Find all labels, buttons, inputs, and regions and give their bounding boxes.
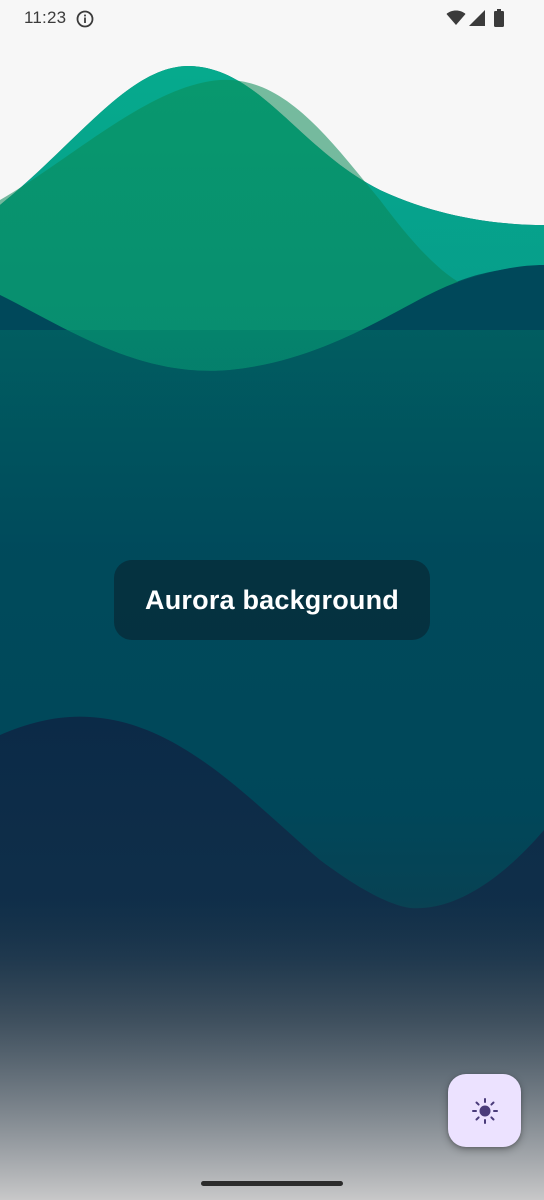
info-icon <box>76 10 94 28</box>
sun-icon <box>471 1097 498 1124</box>
status-bar: 11:23 <box>0 0 544 36</box>
status-time: 11:23 <box>24 8 67 27</box>
screen: 11:23 Aurora background <box>0 0 544 1200</box>
wifi-icon <box>446 10 466 25</box>
theme-toggle-button[interactable] <box>448 1074 521 1147</box>
gesture-nav-handle[interactable] <box>201 1181 343 1186</box>
title-card: Aurora background <box>114 560 430 640</box>
page-title: Aurora background <box>145 584 399 615</box>
signal-icon <box>469 10 485 26</box>
battery-icon <box>494 9 504 27</box>
